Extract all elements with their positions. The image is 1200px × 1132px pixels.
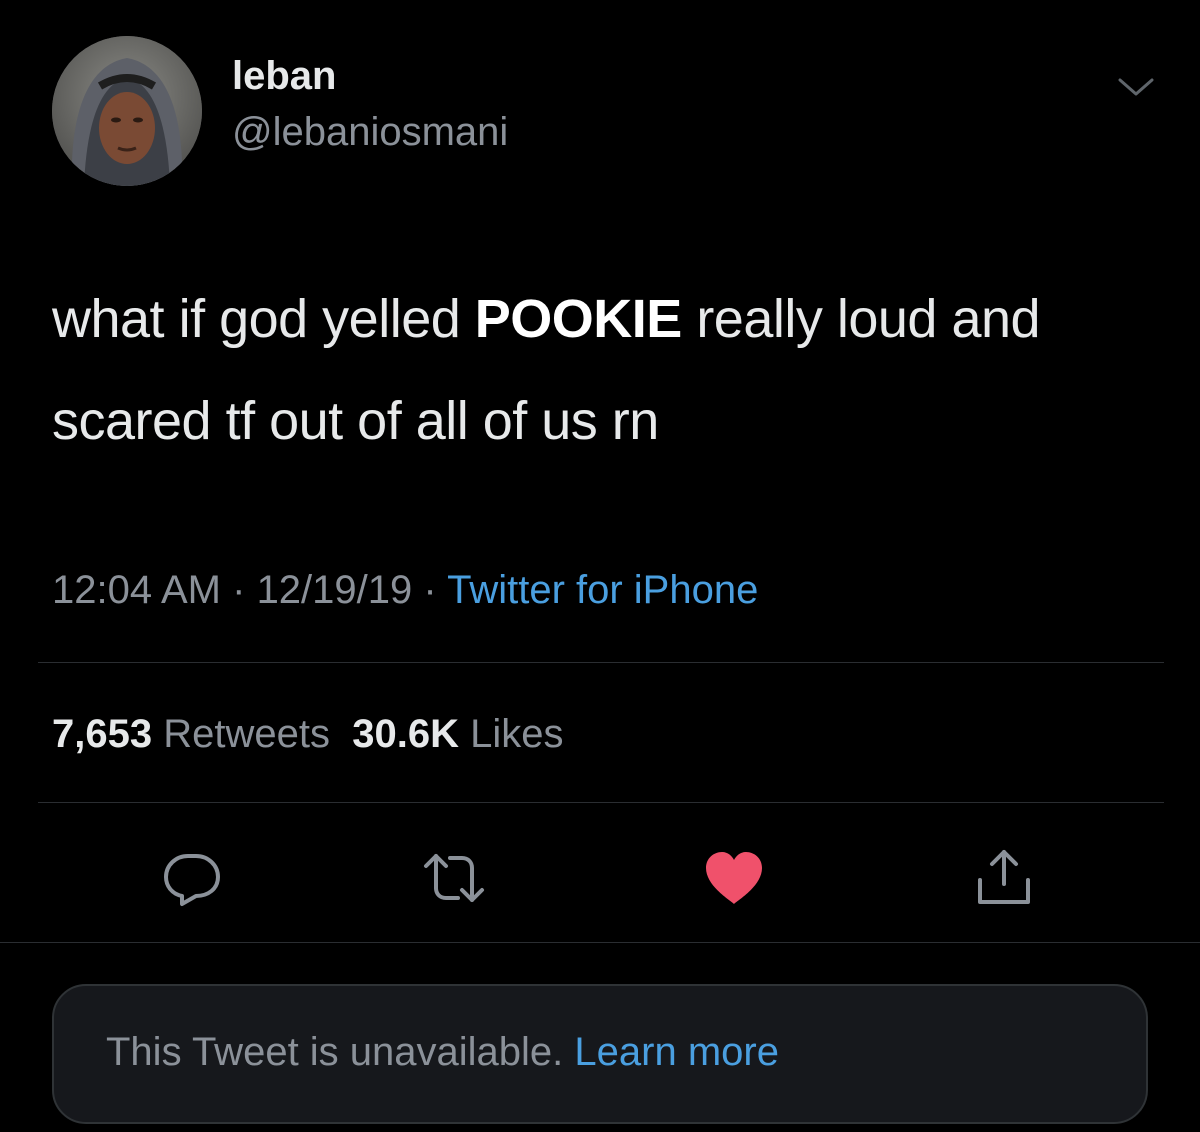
unavailable-message: This Tweet is unavailable. Learn more — [106, 1032, 779, 1072]
retweet-icon[interactable] — [420, 844, 488, 912]
tweet-meta: 12:04 AM · 12/19/19 · Twitter for iPhone — [52, 570, 758, 610]
tweet-stats: 7,653 Retweets 30.6K Likes — [52, 714, 563, 754]
meta-separator: · — [412, 568, 448, 612]
tweet-date[interactable]: 12/19/19 — [257, 568, 413, 612]
unavailable-text: This Tweet is unavailable. — [106, 1030, 564, 1074]
retweets-count: 7,653 — [52, 712, 153, 756]
tweet-time[interactable]: 12:04 AM — [52, 568, 221, 612]
divider — [38, 662, 1164, 663]
share-icon[interactable] — [970, 844, 1038, 912]
author-display-name[interactable]: leban — [232, 56, 336, 96]
tweet-text: what if god yelled POOKIE really loud an… — [52, 268, 1172, 472]
heart-icon[interactable] — [700, 844, 768, 912]
retweets-stat[interactable]: 7,653 Retweets — [52, 712, 330, 756]
likes-stat[interactable]: 30.6K Likes — [352, 712, 563, 756]
author-handle[interactable]: @lebaniosmani — [232, 112, 508, 152]
retweets-label: Retweets — [163, 712, 330, 756]
meta-separator: · — [221, 568, 257, 612]
divider — [0, 942, 1200, 943]
tweet-text-before: what if god yelled — [52, 289, 475, 349]
tweet-source-link[interactable]: Twitter for iPhone — [447, 568, 758, 612]
avatar-photo — [52, 36, 202, 186]
tweet-text-emphasis: POOKIE — [474, 289, 683, 349]
learn-more-link[interactable]: Learn more — [574, 1030, 779, 1074]
chevron-down-icon[interactable] — [1116, 74, 1156, 100]
reply-icon[interactable] — [158, 844, 226, 912]
avatar[interactable] — [52, 36, 202, 186]
quoted-tweet-unavailable[interactable]: This Tweet is unavailable. Learn more — [52, 984, 1148, 1124]
likes-count: 30.6K — [352, 712, 459, 756]
likes-label: Likes — [470, 712, 564, 756]
divider — [38, 802, 1164, 803]
